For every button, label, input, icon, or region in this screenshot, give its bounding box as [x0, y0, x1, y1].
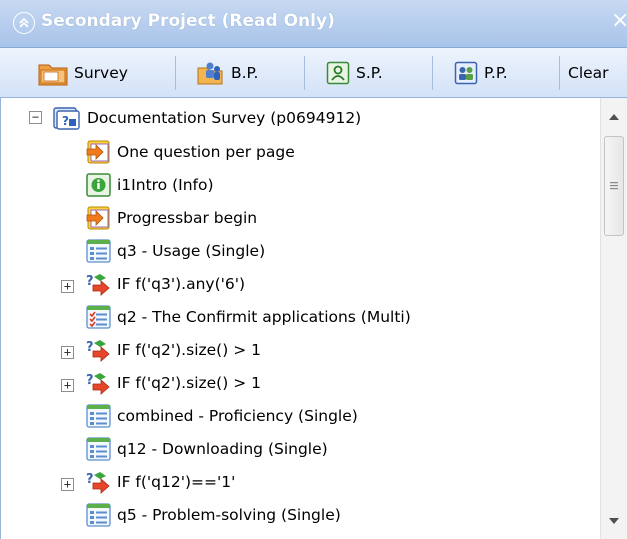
tree-node[interactable]: ? IF f('q3').any('6')	[85, 267, 245, 300]
condition-icon: ?	[86, 372, 110, 395]
scroll-thumb[interactable]	[604, 136, 624, 236]
tree-scrollbar[interactable]	[600, 98, 627, 539]
tree-expand-toggle[interactable]: +	[61, 280, 74, 293]
tree-node[interactable]: i1Intro (Info)	[85, 168, 214, 201]
tree-node[interactable]: q12 - Downloading (Single)	[85, 432, 328, 465]
toolbar: Survey B.P. S.P. P.P. Clear	[0, 48, 627, 98]
toolbar-divider	[559, 56, 560, 90]
condition-icon: ?	[86, 471, 110, 494]
tree-node-label: i1Intro (Info)	[117, 175, 214, 194]
survey-button-label: Survey	[74, 64, 128, 82]
single-question-icon	[86, 238, 111, 263]
pp-button-label: P.P.	[484, 64, 508, 82]
clear-button-label: Clear	[568, 64, 609, 82]
tree-node-label: IF f('q12')=='1'	[117, 472, 236, 491]
tree-node-label: IF f('q3').any('6')	[117, 274, 246, 293]
tree-node[interactable]: ? IF f('q2').size() > 1	[85, 333, 261, 366]
tree-node[interactable]: q3 - Usage (Single)	[85, 234, 265, 267]
tree-node-label: q5 - Problem-solving (Single)	[117, 505, 341, 524]
tree-node[interactable]: q5 - Problem-solving (Single)	[85, 498, 341, 531]
toolbar-divider	[432, 56, 433, 90]
multi-question-icon	[86, 304, 111, 329]
svg-text:?: ?	[86, 373, 94, 388]
arrow-down-icon	[609, 518, 619, 524]
tree-node-label: IF f('q2').size() > 1	[117, 373, 261, 392]
person-group-icon	[454, 61, 478, 85]
tree-node-label: q2 - The Confirmit applications (Multi)	[117, 307, 411, 326]
people-folder-icon	[197, 62, 223, 85]
tree-node[interactable]: One question per page	[85, 135, 295, 168]
svg-text:?: ?	[86, 472, 94, 487]
svg-text:?: ?	[62, 114, 69, 128]
survey-folder-icon	[38, 64, 68, 86]
single-question-icon	[86, 403, 111, 428]
tree-node-label: combined - Proficiency (Single)	[117, 406, 358, 425]
condition-icon: ?	[86, 273, 110, 296]
tree-collapse-toggle[interactable]: −	[29, 111, 42, 124]
tree-node-label: q12 - Downloading (Single)	[117, 439, 328, 458]
clear-button[interactable]: Clear	[568, 56, 609, 90]
tree-expand-toggle[interactable]: +	[61, 379, 74, 392]
tree-node-label: IF f('q2').size() > 1	[117, 340, 261, 359]
sp-button-label: S.P.	[356, 64, 383, 82]
tree-node-label: Documentation Survey (p0694912)	[87, 108, 362, 127]
collapse-panel-button[interactable]	[13, 12, 35, 34]
svg-text:?: ?	[86, 340, 94, 355]
toolbar-divider	[304, 56, 305, 90]
pp-button[interactable]: P.P.	[454, 56, 508, 90]
single-question-icon	[86, 436, 111, 461]
tree-node-label: q3 - Usage (Single)	[117, 241, 266, 260]
tree-node[interactable]: Progressbar begin	[85, 201, 257, 234]
tree-node-label: One question per page	[117, 142, 295, 161]
arrow-up-icon	[609, 114, 619, 120]
svg-text:?: ?	[86, 274, 94, 289]
tree-expand-toggle[interactable]: +	[61, 346, 74, 359]
info-icon	[86, 172, 111, 197]
tree-node-label: Progressbar begin	[117, 208, 258, 227]
panel-titlebar: Secondary Project (Read Only) ×	[0, 0, 627, 48]
bp-button-label: B.P.	[231, 64, 259, 82]
close-panel-button[interactable]: ×	[611, 8, 627, 33]
tree-node[interactable]: ? IF f('q2').size() > 1	[85, 366, 261, 399]
bp-button[interactable]: B.P.	[195, 56, 258, 90]
survey-tree: − ? Documentation Survey (p0694912) One …	[0, 98, 627, 539]
scroll-up-button[interactable]	[601, 104, 627, 130]
tree-root-node[interactable]: ? Documentation Survey (p0694912)	[53, 101, 361, 134]
survey-button[interactable]: Survey	[38, 56, 128, 90]
condition-icon: ?	[86, 339, 110, 362]
tree-node[interactable]: ? IF f('q12')=='1'	[85, 465, 235, 498]
sp-button[interactable]: S.P.	[326, 56, 383, 90]
toolbar-divider	[175, 56, 176, 90]
grip-icon	[610, 182, 618, 190]
tree-node[interactable]: q2 - The Confirmit applications (Multi)	[85, 300, 411, 333]
double-chevron-up-icon	[19, 17, 29, 28]
scroll-down-button[interactable]	[601, 508, 627, 534]
directive-icon	[86, 140, 110, 163]
single-question-icon	[86, 502, 111, 527]
panel-title: Secondary Project (Read Only)	[41, 11, 335, 31]
survey-document-icon: ?	[53, 106, 80, 130]
tree-node[interactable]: combined - Proficiency (Single)	[85, 399, 358, 432]
tree-expand-toggle[interactable]: +	[61, 478, 74, 491]
single-person-icon	[326, 61, 350, 85]
directive-icon	[86, 206, 110, 229]
